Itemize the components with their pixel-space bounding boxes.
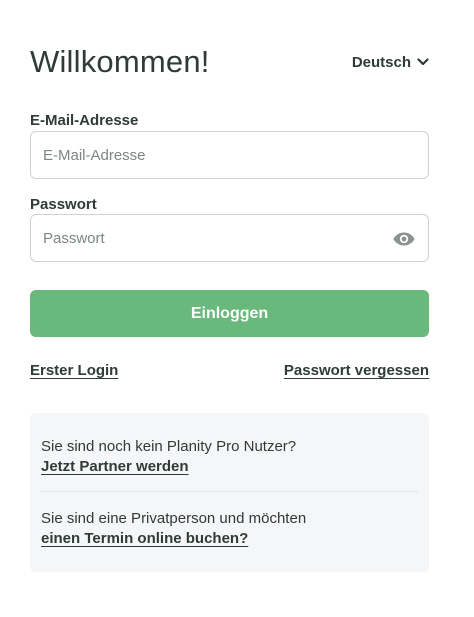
- password-label: Passwort: [30, 196, 97, 213]
- password-field[interactable]: [31, 215, 428, 261]
- email-label: E-Mail-Adresse: [30, 112, 139, 129]
- language-selector[interactable]: Deutsch: [352, 54, 429, 71]
- auth-links: Erster Login Passwort vergessen: [30, 362, 429, 379]
- private-info: Sie sind eine Privatperson und möchten e…: [41, 509, 418, 549]
- page-title: Willkommen!: [30, 44, 210, 79]
- chevron-down-icon: [417, 58, 429, 66]
- language-label: Deutsch: [351, 53, 411, 71]
- password-field-wrapper: [30, 214, 429, 262]
- private-text: Sie sind eine Privatperson und möchten: [41, 510, 307, 527]
- partner-info: Sie sind noch kein Planity Pro Nutzer? J…: [41, 437, 418, 477]
- book-appointment-link[interactable]: einen Termin online buchen?: [41, 529, 248, 549]
- login-button[interactable]: Einloggen: [30, 290, 429, 337]
- eye-icon[interactable]: [392, 228, 416, 250]
- forgot-password-link[interactable]: Passwort vergessen: [284, 362, 429, 379]
- email-field-wrapper: [30, 131, 429, 179]
- info-box: Sie sind noch kein Planity Pro Nutzer? J…: [30, 413, 429, 572]
- email-field[interactable]: [31, 132, 428, 178]
- login-page: Willkommen! Deutsch E-Mail-Adresse Passw…: [0, 0, 474, 617]
- become-partner-link[interactable]: Jetzt Partner werden: [41, 457, 189, 477]
- partner-text: Sie sind noch kein Planity Pro Nutzer?: [41, 438, 297, 455]
- first-login-link[interactable]: Erster Login: [30, 362, 118, 379]
- divider: [41, 491, 418, 492]
- header: Willkommen! Deutsch: [30, 40, 429, 84]
